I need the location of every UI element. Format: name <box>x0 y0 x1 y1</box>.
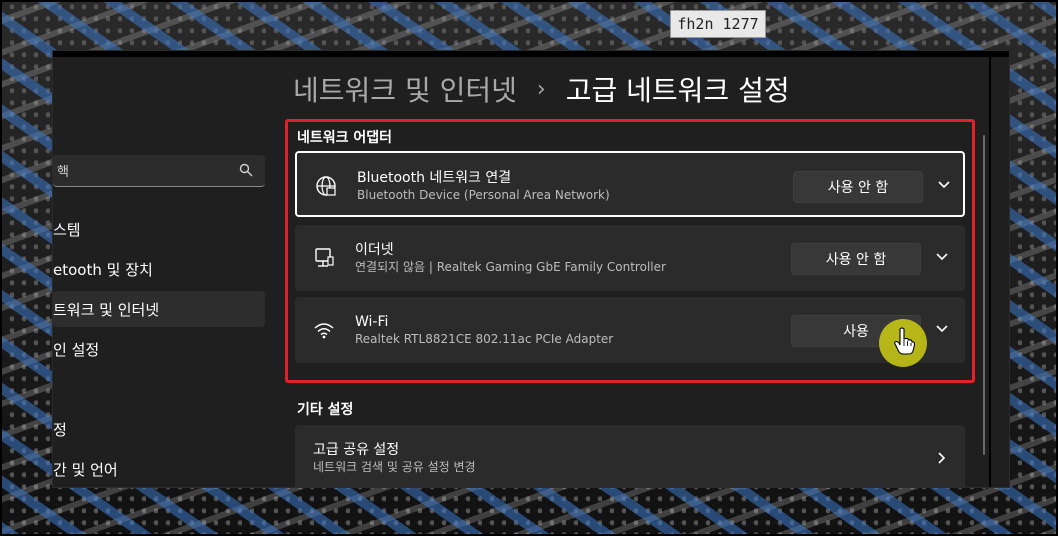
sidebar: 핵 스템 etooth 및 장치 트워크 및 인터넷 인 설정 정 간 및 언어 <box>53 51 275 487</box>
card-title: Wi-Fi <box>355 314 389 330</box>
chevron-down-icon[interactable] <box>937 180 951 190</box>
search-input[interactable]: 핵 <box>57 161 69 180</box>
breadcrumb-separator: › <box>536 76 546 102</box>
sidebar-item-label: 인 설정 <box>53 340 100 359</box>
disable-button[interactable]: 사용 안 함 <box>793 171 923 203</box>
wifi-icon <box>314 323 334 339</box>
card-subtitle: 네트워크 검색 및 공유 설정 변경 <box>313 460 476 474</box>
search-box[interactable]: 핵 <box>53 155 265 187</box>
window-right-edge <box>989 57 991 487</box>
sidebar-item-personalization[interactable]: 인 설정 <box>53 331 265 367</box>
sidebar-item-label: 스템 <box>53 220 81 239</box>
card-text: 이더넷 연결되지 않음 | Realtek Gaming GbE Family … <box>355 241 666 275</box>
adapter-card-bluetooth[interactable]: Bluetooth 네트워크 연결 Bluetooth Device (Pers… <box>295 151 965 217</box>
card-text: 고급 공유 설정 네트워크 검색 및 공유 설정 변경 <box>313 441 476 475</box>
section-title-other: 기타 설정 <box>297 402 354 418</box>
card-subtitle: 연결되지 않음 | Realtek Gaming GbE Family Cont… <box>355 260 666 274</box>
search-icon[interactable] <box>239 163 253 177</box>
sidebar-item-label: 트워크 및 인터넷 <box>53 300 160 319</box>
adapter-card-wifi[interactable]: Wi-Fi Realtek RTL8821CE 802.11ac PCIe Ad… <box>295 297 965 363</box>
advanced-sharing-card[interactable]: 고급 공유 설정 네트워크 검색 및 공유 설정 변경 <box>295 425 965 487</box>
section-title-adapters: 네트워크 어댑터 <box>297 130 393 146</box>
settings-window: 핵 스템 etooth 및 장치 트워크 및 인터넷 인 설정 정 간 및 언어… <box>52 50 1010 488</box>
card-text: Wi-Fi Realtek RTL8821CE 802.11ac PCIe Ad… <box>355 313 613 347</box>
sidebar-item-label: 정 <box>53 420 67 439</box>
adapter-card-ethernet[interactable]: 이더넷 연결되지 않음 | Realtek Gaming GbE Family … <box>295 225 965 291</box>
ethernet-icon <box>315 248 334 267</box>
chevron-right-icon[interactable] <box>937 451 947 465</box>
card-title: 고급 공유 설정 <box>313 442 400 458</box>
card-subtitle: Realtek RTL8821CE 802.11ac PCIe Adapter <box>355 332 614 346</box>
sidebar-item-system[interactable]: 스템 <box>53 211 265 247</box>
breadcrumb-parent[interactable]: 네트워크 및 인터넷 <box>293 69 517 109</box>
rack-label: fh2n 1277 <box>670 10 766 38</box>
card-text: Bluetooth 네트워크 연결 Bluetooth Device (Pers… <box>357 169 610 203</box>
card-title: 이더넷 <box>355 242 394 258</box>
card-subtitle: Bluetooth Device (Personal Area Network) <box>357 188 610 202</box>
chevron-down-icon[interactable] <box>935 252 949 262</box>
scrollbar[interactable] <box>983 135 985 455</box>
sidebar-item-label: etooth 및 장치 <box>53 260 153 279</box>
card-title: Bluetooth 네트워크 연결 <box>357 170 512 186</box>
globe-icon <box>316 176 336 196</box>
sidebar-item-label: 간 및 언어 <box>53 460 118 479</box>
breadcrumb: 네트워크 및 인터넷 › 고급 네트워크 설정 <box>293 69 790 109</box>
sidebar-item-network[interactable]: 트워크 및 인터넷 <box>53 291 265 327</box>
chevron-down-icon[interactable] <box>935 324 949 334</box>
sidebar-item-accounts[interactable]: 정 <box>53 411 265 447</box>
page-title: 고급 네트워크 설정 <box>565 74 790 107</box>
sidebar-item-time-language[interactable]: 간 및 언어 <box>53 451 265 487</box>
sidebar-item-bluetooth[interactable]: etooth 및 장치 <box>53 251 265 287</box>
hand-cursor-icon <box>894 327 915 355</box>
disable-button[interactable]: 사용 안 함 <box>791 243 921 275</box>
